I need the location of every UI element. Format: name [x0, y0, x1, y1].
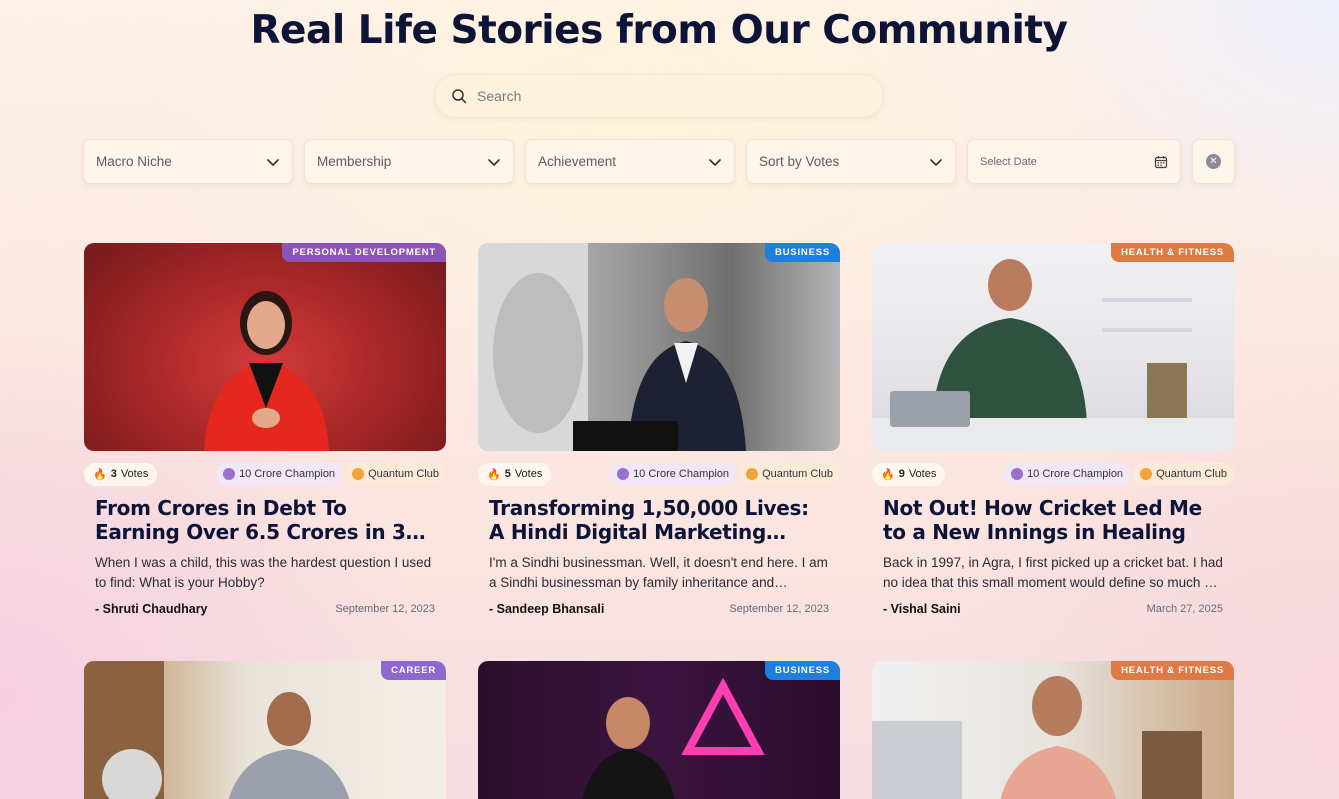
story-card[interactable]: BUSINESS [478, 661, 840, 799]
select-date-label: Select Date [980, 155, 1037, 168]
clear-filters-button[interactable]: ✕ [1192, 139, 1235, 184]
membership-dropdown[interactable]: Membership [304, 139, 514, 184]
story-image[interactable]: BUSINESS [478, 661, 840, 799]
search-input[interactable] [477, 88, 857, 104]
person-photo [478, 243, 746, 451]
story-image[interactable]: BUSINESS [478, 243, 840, 451]
story-image[interactable]: HEALTH & FITNESS [872, 243, 1234, 451]
votes-count: 5 [504, 468, 511, 480]
story-author: - Shruti Chaudhary [95, 602, 208, 616]
fire-icon: 🔥 [881, 468, 895, 481]
star-icon [617, 468, 630, 480]
macro-niche-label: Macro Niche [96, 154, 172, 169]
votes-label: Votes [908, 468, 937, 480]
filter-bar: Macro Niche Membership Achievement Sort … [83, 139, 1235, 184]
story-image[interactable]: PERSONAL DEVELOPMENT [84, 243, 446, 451]
quantum-label: Quantum Club [762, 468, 833, 480]
quantum-icon [352, 468, 365, 480]
story-title[interactable]: From Crores in Debt To Earning Over 6.5 … [84, 496, 446, 544]
search-bar[interactable] [434, 74, 884, 118]
champion-label: 10 Crore Champion [239, 468, 336, 480]
votes-badge[interactable]: 🔥 9 Votes [872, 462, 946, 486]
quantum-icon [746, 468, 759, 480]
macro-niche-dropdown[interactable]: Macro Niche [83, 139, 293, 184]
chevron-down-icon [488, 158, 500, 166]
story-author: - Sandeep Bhansali [489, 602, 605, 616]
person-photo [582, 677, 765, 799]
story-meta: - Sandeep Bhansali September 12, 2023 [478, 602, 840, 616]
story-image[interactable]: HEALTH & FITNESS [872, 661, 1234, 799]
sort-by-votes-dropdown[interactable]: Sort by Votes [746, 139, 956, 184]
votes-badge[interactable]: 🔥 3 Votes [84, 462, 158, 486]
champion-label: 10 Crore Champion [633, 468, 730, 480]
champion-label: 10 Crore Champion [1027, 468, 1124, 480]
category-tag: BUSINESS [765, 243, 840, 262]
close-icon: ✕ [1206, 154, 1221, 169]
story-title[interactable]: Not Out! How Cricket Led Me to a New Inn… [872, 496, 1234, 544]
quantum-label: Quantum Club [1156, 468, 1227, 480]
sort-label: Sort by Votes [759, 154, 840, 169]
champion-badge: 10 Crore Champion [1004, 463, 1131, 485]
category-tag: HEALTH & FITNESS [1111, 243, 1234, 262]
select-date-picker[interactable]: Select Date [967, 139, 1181, 184]
fire-icon: 🔥 [487, 468, 501, 481]
category-tag: PERSONAL DEVELOPMENT [282, 243, 446, 262]
votes-label: Votes [120, 468, 149, 480]
badge-row: 🔥 9 Votes 10 Crore Champion Quantum Club [872, 462, 1234, 486]
fire-icon: 🔥 [93, 468, 107, 481]
story-image[interactable]: CAREER [84, 661, 446, 799]
achievement-label: Achievement [538, 154, 617, 169]
badge-row: 🔥 3 Votes 10 Crore Champion Quantum Club [84, 462, 446, 486]
person-photo [84, 661, 350, 799]
votes-count: 9 [898, 468, 905, 480]
story-excerpt: I'm a Sindhi businessman. Well, it doesn… [489, 555, 828, 590]
person-photo [204, 291, 329, 451]
story-author: - Vishal Saini [883, 602, 961, 616]
chevron-down-icon [930, 158, 942, 166]
votes-count: 3 [110, 468, 117, 480]
story-title[interactable]: Transforming 1,50,000 Lives: A Hindi Dig… [478, 496, 840, 544]
star-icon [223, 468, 236, 480]
calendar-icon [1154, 155, 1168, 168]
page-title: Real Life Stories from Our Community [250, 8, 1068, 53]
category-tag: HEALTH & FITNESS [1111, 661, 1234, 680]
story-date: September 12, 2023 [729, 603, 829, 615]
person-photo [872, 676, 1202, 799]
quantum-club-badge: Quantum Club [345, 463, 446, 485]
story-meta: - Shruti Chaudhary September 12, 2023 [84, 602, 446, 616]
votes-label: Votes [514, 468, 543, 480]
story-card[interactable]: BUSINESS 🔥 5 Votes 10 Crore Champion Quant… [478, 243, 840, 616]
search-icon [452, 89, 467, 104]
story-card[interactable]: HEALTH & FITNESS [872, 661, 1234, 799]
chevron-down-icon [267, 158, 279, 166]
story-date: September 12, 2023 [335, 603, 435, 615]
chevron-down-icon [709, 158, 721, 166]
badge-row: 🔥 5 Votes 10 Crore Champion Quantum Club [478, 462, 840, 486]
star-icon [1011, 468, 1024, 480]
champion-badge: 10 Crore Champion [216, 463, 343, 485]
quantum-label: Quantum Club [368, 468, 439, 480]
quantum-icon [1140, 468, 1153, 480]
category-tag: CAREER [381, 661, 446, 680]
story-card[interactable]: PERSONAL DEVELOPMENT 🔥 3 Votes 10 Crore Ch… [84, 243, 446, 616]
membership-label: Membership [317, 154, 392, 169]
category-tag: BUSINESS [765, 661, 840, 680]
person-photo [872, 259, 1234, 451]
story-meta: - Vishal Saini March 27, 2025 [872, 602, 1234, 616]
story-card[interactable]: HEALTH & FITNESS 🔥 9 Votes 10 Crore Champi… [872, 243, 1234, 616]
quantum-club-badge: Quantum Club [1133, 463, 1234, 485]
story-card[interactable]: CAREER [84, 661, 446, 799]
achievement-dropdown[interactable]: Achievement [525, 139, 735, 184]
story-excerpt: When I was a child, this was the hardest… [95, 555, 432, 590]
champion-badge: 10 Crore Champion [610, 463, 737, 485]
story-excerpt: Back in 1997, in Agra, I first picked up… [883, 555, 1223, 590]
story-date: March 27, 2025 [1146, 603, 1223, 615]
quantum-club-badge: Quantum Club [739, 463, 840, 485]
votes-badge[interactable]: 🔥 5 Votes [478, 462, 552, 486]
